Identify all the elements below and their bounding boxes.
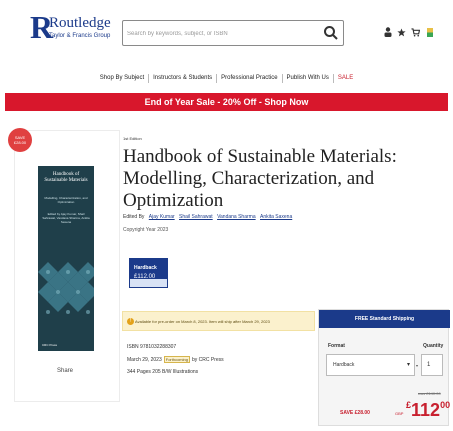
format-chip-hardback[interactable]: Hardback £112.00 — [129, 258, 168, 288]
availability-notice: ! Available for pre-order on March 8, 20… — [122, 311, 315, 331]
book-cover[interactable]: Handbook of Sustainable Materials Modell… — [38, 166, 94, 351]
nav-sale[interactable]: SALE — [334, 74, 357, 83]
format-select[interactable]: Hardback ▾ — [326, 354, 415, 376]
nav-shop-by-subject[interactable]: Shop By Subject — [96, 74, 150, 83]
copyright-year: Copyright Year 2023 — [123, 227, 169, 233]
editors-line: Edited By Ajay Kumar Shail Sahrawat Vand… — [123, 214, 292, 220]
page-count: 344 Pages 205 B/W Illustrations — [127, 369, 199, 375]
cover-title: Handbook of Sustainable Materials — [44, 172, 88, 183]
cover-editors: Edited by Ajay Kumar, Shail Sahrawat, Va… — [42, 212, 90, 224]
price-cents: 00 — [440, 400, 451, 410]
currency-code: GBP — [395, 411, 404, 416]
isbn: ISBN 9781032288307 — [127, 344, 177, 350]
publisher: by CRC Press — [191, 356, 224, 363]
quantity-label: Quantity — [423, 343, 444, 349]
cover-subtitle: Modelling, Characterization, and Optimiz… — [44, 196, 88, 204]
search-box — [122, 20, 344, 46]
user-icon[interactable] — [383, 27, 392, 37]
editor-link[interactable]: Ankita Saxena — [260, 214, 292, 220]
format-chip-bottom — [130, 279, 167, 287]
editor-link[interactable]: Vandana Sharma — [217, 214, 256, 220]
header-icons — [383, 27, 434, 37]
search-input[interactable] — [127, 27, 317, 40]
currency-flag-icon[interactable] — [425, 27, 434, 37]
format-chip-label: Hardback — [134, 265, 157, 271]
logo-text: Routledge Taylor & Francis Group — [49, 14, 111, 39]
logo-mark-icon: R — [30, 9, 54, 45]
forthcoming-badge: Forthcoming — [163, 356, 190, 363]
sale-badge-line2: £28.00 — [13, 140, 27, 145]
cart-icon[interactable] — [411, 27, 420, 37]
wishlist-icon[interactable] — [397, 27, 406, 37]
publication-date: March 29, 2023 — [127, 356, 162, 363]
editor-link[interactable]: Ajay Kumar — [149, 214, 175, 220]
nav-instructors-students[interactable]: Instructors & Students — [149, 74, 218, 83]
current-price: £11200 — [406, 400, 450, 421]
editor-link[interactable]: Shail Sahrawat — [179, 214, 213, 220]
quantity-value: 1 — [427, 362, 431, 368]
sale-banner[interactable]: End of Year Sale - 20% Off - Shop Now — [5, 93, 448, 111]
book-title: Handbook of Sustainable Materials: Model… — [123, 146, 397, 211]
main-nav: Shop By Subject Instructors & Students P… — [0, 74, 453, 88]
site-header: R Routledge Taylor & Francis Group — [0, 0, 453, 62]
search-icon[interactable] — [323, 25, 339, 41]
quantity-field[interactable]: 1 — [421, 354, 443, 376]
share-link[interactable]: Share — [57, 368, 73, 374]
format-select-value: Hardback — [333, 362, 355, 368]
logo-subtitle: Taylor & Francis Group — [49, 32, 111, 39]
purchase-panel: FREE Standard Shipping Format Quantity H… — [318, 309, 450, 426]
cover-publisher: CRC Press — [42, 343, 58, 347]
format-label: Format — [328, 343, 345, 349]
save-amount: SAVE £28.00 — [340, 410, 370, 416]
sale-badge: SAVE £28.00 — [8, 128, 32, 152]
availability-text: Available for pre-order on March 8, 2023… — [135, 318, 270, 324]
alert-icon: ! — [127, 318, 134, 325]
price-value: 112 — [411, 400, 441, 420]
edition-label: 1st Edition — [123, 136, 142, 141]
routledge-logo[interactable]: R Routledge Taylor & Francis Group — [30, 9, 111, 45]
edited-by-label: Edited By — [123, 214, 145, 220]
chevron-down-icon: ▾ — [406, 362, 410, 368]
free-shipping-banner: FREE Standard Shipping — [319, 310, 450, 328]
quantity-stepper-icon[interactable]: ▾ — [416, 363, 418, 368]
publication-date-line: March 29, 2023 Forthcoming by CRC Press — [127, 356, 224, 363]
cover-artwork — [38, 232, 94, 332]
nav-professional-practice[interactable]: Professional Practice — [217, 74, 283, 83]
logo-name: Routledge — [49, 14, 111, 31]
nav-publish-with-us[interactable]: Publish With Us — [283, 74, 334, 83]
was-price: was £140.00 — [418, 391, 441, 396]
